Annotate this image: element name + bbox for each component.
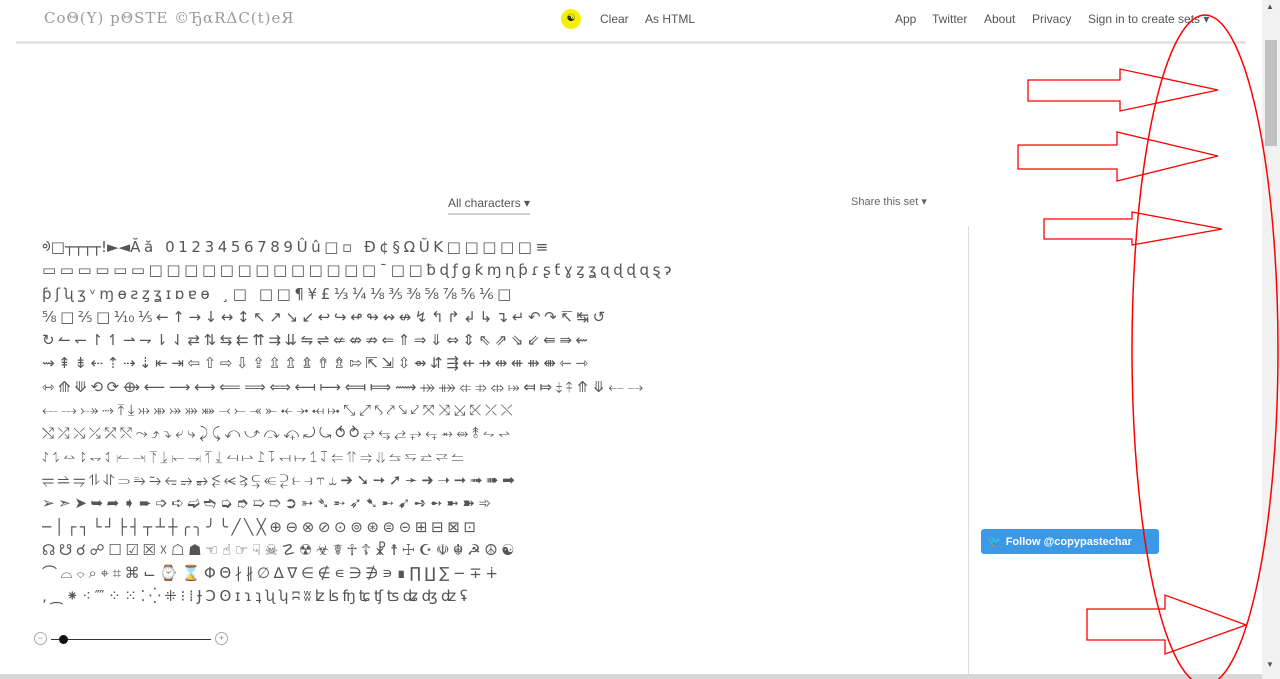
character-row[interactable]: ⥫⥬⥭⥮⥯⥰⥱⥲⥳⥴⥵⥶⥷⥸⥹⥺⥻⥼⥽⥾⥿➔➘➙➚➛➜➝➞➟➠➡ [42, 469, 922, 492]
about-link[interactable]: About [984, 12, 1015, 26]
scroll-up-arrow-icon[interactable]: ▲ [1266, 2, 1274, 11]
theme-toggle-icon[interactable]: ☯ [561, 9, 581, 29]
app-link[interactable]: App [895, 12, 916, 26]
follow-label: Follow @copypastechar [1005, 535, 1132, 548]
annotation-arrow [1086, 594, 1248, 655]
top-bar: CoΘ(Y) pΘSTE ©ЂαRΔC(t)eЯ ☯ Clear As HTML… [0, 0, 1262, 42]
character-row[interactable]: ᢀ□┬┬┬┬!►◄Ăă 0123456789Ûû□▫ Ð¢§ΩŬK□□□□□≡ [42, 236, 922, 259]
character-row[interactable]: ☊☋☌☍☐☑☒☓☖☗☜☝☞☟☠☡☢☣☤☥☦☧☨☩☪☫☬☭☮☯ [42, 539, 922, 562]
zoom-in-icon[interactable]: + [215, 632, 228, 645]
character-row[interactable]: ⇝⇞⇟⇠⇡⇢⇣⇤⇥⇦⇧⇨⇩⇪⇫⇬⇭⇮⇯⇰⇱⇲⇳⇴⇵⇶⇷⇸⇹⇺⇻⇼⇽⇾ [42, 352, 922, 375]
share-set-dropdown[interactable]: Share this set ▾ [851, 195, 927, 208]
clear-link[interactable]: Clear [600, 12, 629, 26]
character-row[interactable]: ƥʃʯʒᵛɱɵƨȥʓɪɒɐɵ ¸□ □□¶¥£⅓¼⅛⅗⅜⅝⅞⅚⅙□ [42, 283, 922, 306]
character-row[interactable]: ⌒⌓⌔⌕⌖⌗⌘⌙⌚⌛ΦΘ∤∦∅∆∇∈∉∊∋∌∍∎∏∐∑−∓∔ [42, 562, 922, 585]
character-row[interactable]: ⥌⥍⥎⥏⥐⥑⥒⥓⥔⥕⥖⥗⥘⥙⥚⥛⥜⥝⥞⥟⥠⥡⥢⥣⥤⥥⥦⥧⥨⥩⥪ [42, 446, 922, 469]
category-dropdown[interactable]: All characters ▾ [448, 196, 531, 215]
as-html-link[interactable]: As HTML [645, 12, 695, 26]
yin-yang-icon: ☯ [566, 13, 576, 24]
zoom-track[interactable] [51, 639, 211, 640]
twitter-bird-icon: 🐦 [988, 536, 1002, 548]
character-row[interactable]: ─│┌┐└┘├┤┬┴┼╭╮╯╰╱╲╳⊕⊖⊗⊘⊙⊚⊛⊜⊝⊞⊟⊠⊡ [42, 516, 922, 539]
zoom-slider[interactable]: − + [34, 632, 228, 648]
twitter-link[interactable]: Twitter [932, 12, 967, 26]
annotation-arrow [1017, 131, 1219, 182]
annotation-arrow [1043, 211, 1223, 246]
character-row[interactable]: ⤭⤮⤯⤰⤱⤲⤳⤴⤵⤶⤷⤸⤹⤺⤻⤼⤽⤾⤿⥀⥁⥂⥃⥄⥅⥆⥇⥈⥉⥊⥋ [42, 422, 922, 445]
site-logo[interactable]: CoΘ(Y) pΘSTE ©ЂαRΔC(t)eЯ [44, 9, 295, 27]
character-row[interactable]: ⤎⤏⤐⤑⤒⤓⤔⤕⤖⤗⤘⤙⤚⤛⤜⤝⤞⤟⤠⤡⤢⤣⤤⤥⤦⤧⤨⤩⤪⤫⤬ [42, 399, 922, 422]
character-row[interactable]: ⇿⟰⟱⟲⟳⟴⟵⟶⟷⟸⟹⟺⟻⟼⟽⟾⟿⤀⤁⤂⤃⤄⤅⤆⤇⤈⤉⤊⤋⤌⤍ [42, 376, 922, 399]
character-row[interactable]: ⅝□⅖□⅒⅕←↑→↓↔↕↖↗↘↙↩↪↫↬↭↮↯↰↱↲↳↴↵↶↷↸↹↺ [42, 306, 922, 329]
follow-twitter-button[interactable]: 🐦 Follow @copypastechar [981, 529, 1159, 554]
annotation-arrow [1027, 68, 1219, 112]
privacy-link[interactable]: Privacy [1032, 12, 1071, 26]
zoom-out-icon[interactable]: − [34, 632, 47, 645]
character-row[interactable]: ▭▭▭▭▭▭□□□□□□□□□□□□□¯□□ƀɖƒɡƙɱɳƥɾʂƭɣȥʓɋɖɖɋ… [42, 259, 922, 282]
header-divider [16, 41, 1246, 44]
character-row[interactable]: ➢➣➤➥➦➧➨➩➪➫➬➭➮➯➱➲➳➴➵➶➷➸➹➺➻➼➽➾ [42, 492, 922, 515]
character-row[interactable]: ‚⁔⁕⁖⁗⁘⁙⁚⁛⁜⁝⁞ɈƆʘɪɿʇʯʮʭʬʫʪʩʨʧʦʥʤʣʢ [42, 585, 922, 608]
scroll-down-arrow-icon[interactable]: ▼ [1266, 660, 1274, 669]
character-row[interactable]: ↻↼↽↾↿⇀⇁⇂⇃⇄⇅⇆⇇⇈⇉⇊⇋⇌⇍⇎⇏⇐⇑⇒⇓⇔⇕⇖⇗⇘⇙⇚⇛⇜ [42, 329, 922, 352]
bottom-edge [0, 674, 1262, 679]
annotation-ellipse [1131, 14, 1279, 679]
sign-in-link[interactable]: Sign in to create sets ▾ [1088, 12, 1209, 26]
content-divider [968, 226, 969, 676]
zoom-knob[interactable] [59, 635, 68, 644]
scrollbar-thumb[interactable] [1265, 40, 1277, 146]
character-grid: ᢀ□┬┬┬┬!►◄Ăă 0123456789Ûû□▫ Ð¢§ΩŬK□□□□□≡ … [42, 236, 922, 609]
